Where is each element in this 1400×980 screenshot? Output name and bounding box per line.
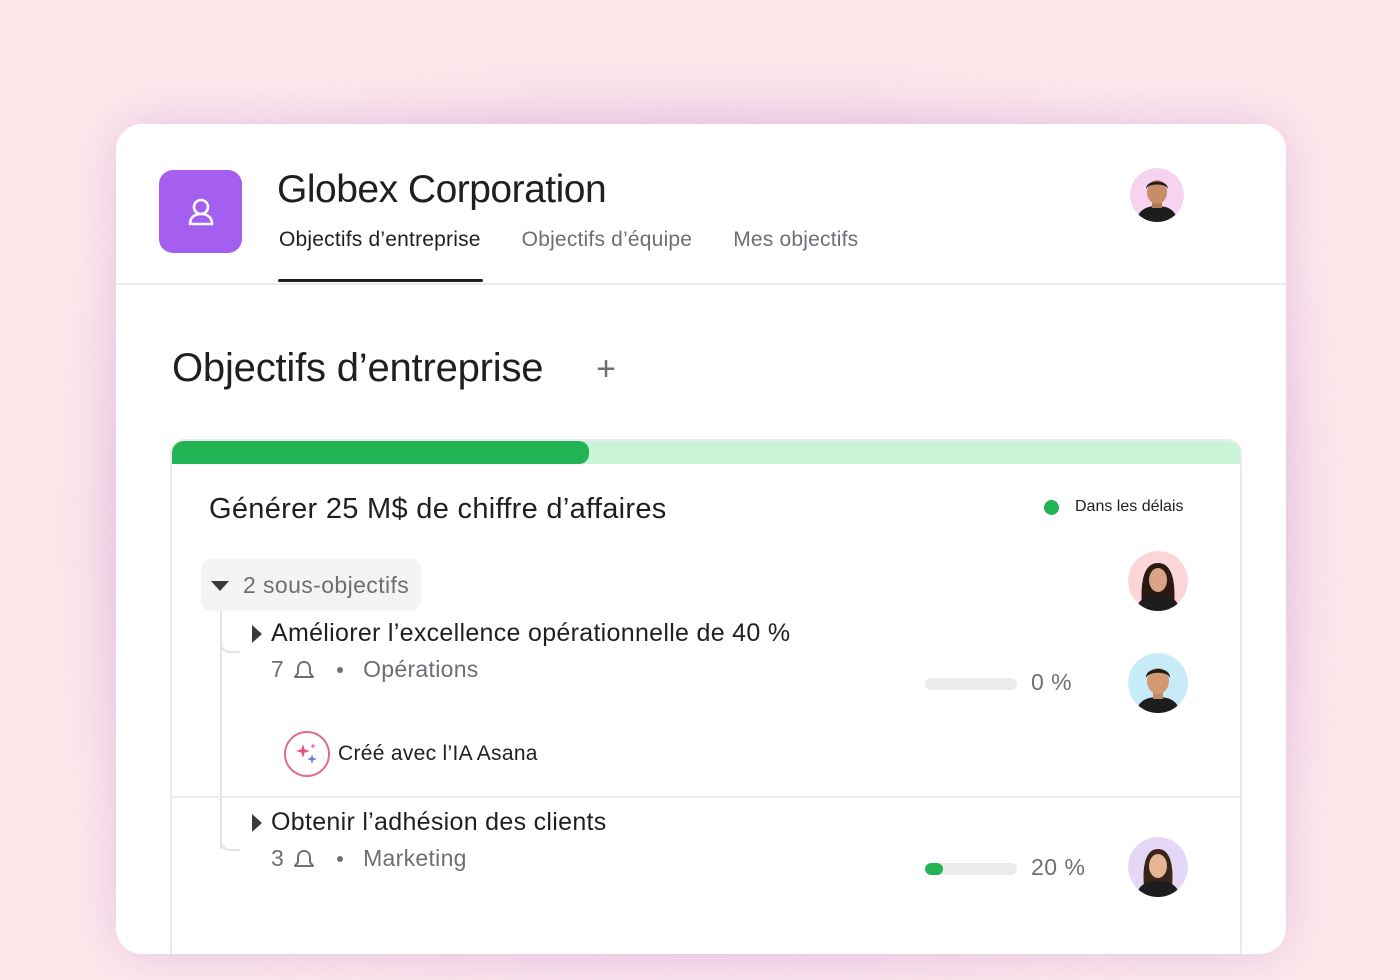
goal-progress-fill — [172, 441, 589, 464]
status-dot — [1044, 499, 1059, 515]
goal-owner-avatar[interactable] — [1128, 551, 1188, 611]
company-title: Globex Corporation — [277, 168, 607, 211]
subgoal-progress-bar — [925, 863, 1017, 875]
subgoal-item[interactable]: Améliorer l’excellence opérationnelle de… — [252, 619, 790, 683]
subgoal-progress-bar — [925, 678, 1017, 690]
subgoal-count: 3 — [271, 845, 285, 871]
subgoal-percent: 0 % — [1031, 669, 1073, 695]
tab-company-goals[interactable]: Objectifs d’entreprise — [278, 228, 483, 282]
subgoal-title[interactable]: Améliorer l’excellence opérationnelle de… — [271, 619, 790, 648]
caret-right-icon[interactable] — [252, 624, 262, 643]
caret-right-icon[interactable] — [252, 813, 262, 832]
tab-team-goals[interactable]: Objectifs d’équipe — [522, 228, 693, 281]
subgoal-percent: 20 % — [1031, 854, 1086, 880]
status-text: Dans les délais — [1075, 498, 1184, 515]
meta-separator — [337, 855, 344, 862]
company-logo[interactable] — [159, 170, 242, 253]
meta-separator — [337, 666, 344, 673]
bell-icon — [294, 849, 315, 867]
subgoal-owner-avatar[interactable] — [1128, 837, 1188, 897]
subgoal-meta: 3 Marketing — [271, 845, 607, 872]
ai-sparkle-icon — [284, 731, 330, 777]
tree-branch — [220, 631, 240, 653]
user-avatar[interactable] — [1130, 168, 1184, 222]
goal-progress-bar — [172, 441, 1240, 464]
tree-branch — [220, 829, 240, 851]
row-divider — [172, 796, 1240, 798]
subgoal-team: Marketing — [363, 845, 467, 871]
subgoal-item[interactable]: Obtenir l’adhésion des clients 3 Marketi… — [252, 808, 607, 872]
tab-bar: Objectifs d’entreprise Objectifs d’équip… — [278, 228, 899, 282]
ai-created-badge: Créé avec l’IA Asana — [284, 731, 538, 777]
subgoal-meta: 7 Opérations — [271, 656, 790, 683]
header: Globex Corporation Objectifs d’entrepris… — [116, 124, 1286, 285]
add-goal-button[interactable]: + — [591, 352, 621, 386]
goal-title[interactable]: Générer 25 M$ de chiffre d’affaires — [209, 493, 667, 526]
bell-icon — [294, 660, 315, 678]
subgoals-toggle-label: 2 sous-objectifs — [243, 571, 410, 598]
subgoals-toggle[interactable]: 2 sous-objectifs — [201, 559, 422, 611]
subgoal-title[interactable]: Obtenir l’adhésion des clients — [271, 808, 607, 837]
goals-card: Globex Corporation Objectifs d’entrepris… — [116, 124, 1286, 954]
ai-created-label: Créé avec l’IA Asana — [338, 742, 538, 765]
tab-my-goals[interactable]: Mes objectifs — [733, 228, 858, 281]
subgoal-team: Opérations — [363, 656, 479, 682]
user-circle-icon — [188, 198, 213, 225]
subgoal-count: 7 — [271, 656, 285, 682]
subgoal-owner-avatar[interactable] — [1128, 653, 1188, 713]
subgoal-progress-fill — [925, 863, 944, 875]
goal-card[interactable]: Générer 25 M$ de chiffre d’affaires Dans… — [170, 439, 1242, 954]
caret-down-icon — [211, 581, 229, 591]
status-badge: Dans les délais — [1044, 498, 1184, 516]
section-title: Objectifs d’entreprise — [172, 346, 544, 390]
